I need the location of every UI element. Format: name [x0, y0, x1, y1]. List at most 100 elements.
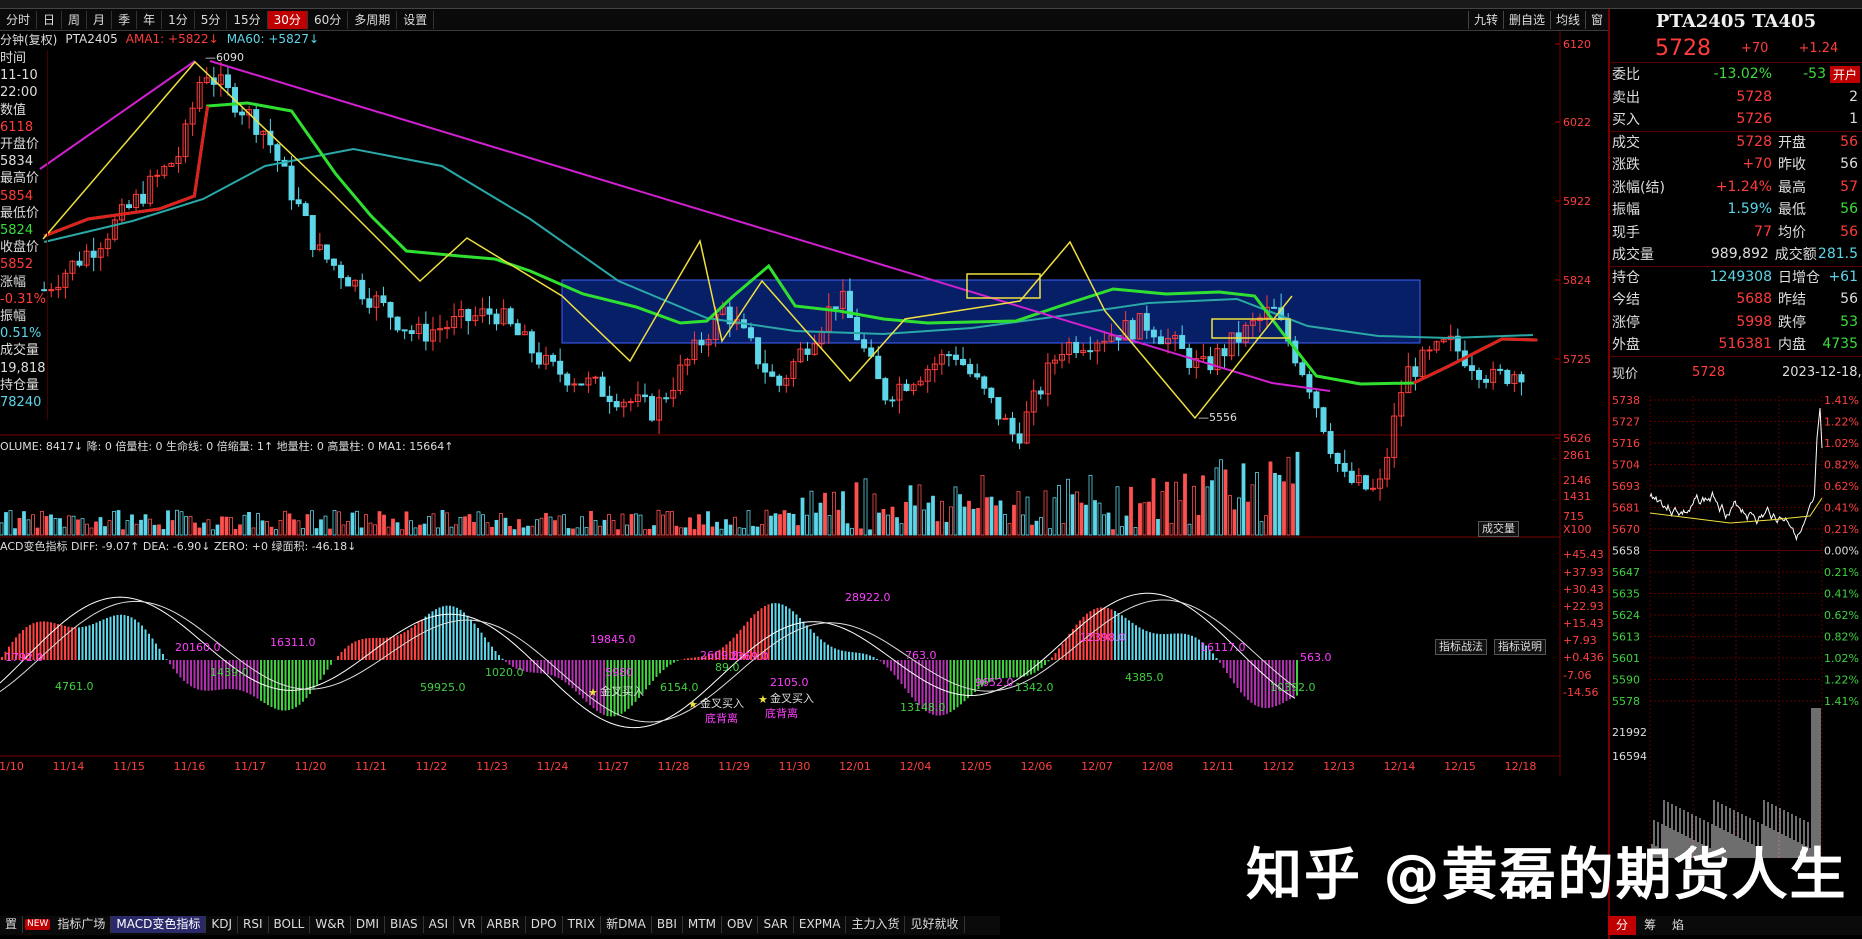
candle-body	[359, 279, 366, 300]
chart-area[interactable]: 6120 6022 5922 5824 5725 5626 —6090 —5556 OLUME:…	[0, 31, 1608, 916]
candle-body	[401, 329, 408, 332]
volume-bar	[967, 500, 971, 536]
volume-bar	[746, 510, 751, 536]
candle-body	[330, 258, 337, 266]
indicator-tab-5[interactable]: BOLL	[269, 916, 311, 933]
volume-bar	[724, 519, 728, 536]
quote-key: 卖出	[1612, 89, 1640, 106]
candle-body	[76, 260, 83, 266]
volume-bar	[1259, 521, 1264, 536]
candle-body	[889, 399, 896, 402]
volume-bar	[1003, 514, 1007, 536]
indicator-tab-2[interactable]: MACD变色指标	[111, 916, 207, 933]
quote-key: 持仓	[1612, 270, 1640, 287]
volume-bar	[530, 525, 535, 536]
timeframe-7[interactable]: 5分	[195, 10, 228, 29]
timeframe-10[interactable]: 60分	[308, 10, 349, 29]
indicator-tab-17[interactable]: OBV	[722, 916, 759, 933]
indicator-tab-10[interactable]: VR	[454, 916, 482, 933]
indicator-tab-4[interactable]: RSI	[238, 916, 269, 933]
volume-bar	[796, 525, 800, 536]
volume-bar	[1133, 527, 1138, 536]
volume-indicator-dropdown[interactable]: 成交量	[1478, 521, 1519, 537]
indicator-tab-0[interactable]: 置	[0, 916, 24, 933]
indicator-tab-19[interactable]: EXPMA	[794, 916, 847, 933]
timeframe-0[interactable]: 分时	[0, 10, 38, 29]
candle-body	[981, 376, 988, 389]
toolbar-btn-0[interactable]: 九转	[1467, 10, 1503, 29]
quote-value2: 56	[1840, 223, 1858, 240]
indicator-tab-6[interactable]: W&R	[310, 916, 351, 933]
indicator-tab-18[interactable]: SAR	[758, 916, 794, 933]
volume-bar	[1228, 495, 1232, 536]
indicator-tab-9[interactable]: ASI	[424, 916, 455, 933]
timeframe-6[interactable]: 1分	[162, 10, 195, 29]
quote-key: 外盘	[1612, 337, 1640, 354]
toolbar-btn-2[interactable]: 均线	[1549, 10, 1585, 29]
mini-tab-0[interactable]: 分	[1608, 916, 1637, 935]
volume-bar	[404, 511, 409, 536]
indicator-tab-1[interactable]: 指标广场	[52, 916, 112, 933]
mini-tab-1[interactable]: 筹	[1636, 916, 1664, 935]
volume-bar	[890, 506, 895, 536]
indicator-tab-3[interactable]: KDJ	[206, 916, 238, 933]
volume-bar	[760, 524, 764, 536]
volume-bar	[562, 514, 566, 536]
macd-value-label: 2369.0	[730, 650, 769, 663]
candle-body	[755, 337, 762, 365]
indicator-tactics-button[interactable]: 指标战法	[1435, 639, 1487, 655]
timeframe-3[interactable]: 月	[87, 10, 113, 29]
toolbar-btn-3[interactable]: 窗	[1584, 10, 1608, 29]
timeframe-11[interactable]: 多周期	[348, 10, 398, 29]
volume-bar	[395, 522, 400, 536]
open-account-button[interactable]: 开户	[1829, 65, 1860, 83]
timeframe-4[interactable]: 季	[112, 10, 138, 29]
quote-title: PTA2405 TA405	[1655, 11, 1817, 32]
quote-key2: 最高	[1778, 179, 1806, 196]
timeframe-5[interactable]: 年	[137, 10, 163, 29]
volume-bar	[1034, 520, 1039, 536]
volume-bar	[94, 521, 98, 536]
mini-axis-left: 5578	[1612, 695, 1640, 708]
indicator-tab-16[interactable]: MTM	[683, 916, 722, 933]
indicator-tab-13[interactable]: TRIX	[563, 916, 602, 933]
volume-bar	[1286, 456, 1291, 536]
date-label: 12/14	[1384, 760, 1416, 773]
timeframe-9[interactable]: 30分	[267, 10, 308, 29]
timeframe-12[interactable]: 设置	[397, 10, 435, 29]
mini-vol-label: 21992	[1612, 726, 1647, 739]
indicator-tab-12[interactable]: DPO	[526, 916, 563, 933]
timeframe-2[interactable]: 周	[62, 10, 88, 29]
intraday-mini-chart[interactable]: 5738 1.41% 5727 1.22% 5716 1.02% 5704 0.82% 5693…	[1610, 388, 1862, 888]
volume-bar	[386, 526, 391, 536]
last-price: 5728	[1655, 36, 1711, 61]
indicator-help-button[interactable]: 指标说明	[1494, 639, 1546, 655]
indicator-tab-21[interactable]: 见好就收	[905, 916, 965, 933]
quote-value: 5688	[1736, 291, 1772, 308]
mini-tab-2[interactable]: 焰	[1664, 916, 1692, 935]
mini-axis-right: 1.22%	[1824, 415, 1859, 428]
price-axis-label: 5725	[1563, 353, 1591, 366]
macd-value-label: 20160.0	[175, 641, 221, 654]
indicator-tab-8[interactable]: BIAS	[385, 916, 424, 933]
candle-body	[861, 339, 868, 349]
info-row: 开盘价	[0, 137, 40, 153]
volume-bar	[926, 502, 931, 536]
volume-bar	[238, 524, 242, 536]
indicator-tab-15[interactable]: BBI	[652, 916, 683, 933]
volume-bar	[1174, 481, 1178, 536]
volume-bar	[1142, 502, 1147, 536]
indicator-tab-11[interactable]: ARBR	[482, 916, 526, 933]
indicator-tab-20[interactable]: 主力入货	[846, 916, 906, 933]
now-price-row: 现价 5728 2023-12-18,	[1610, 355, 1862, 388]
toolbar-btn-1[interactable]: 删自选	[1502, 10, 1550, 29]
volume-bar	[832, 491, 836, 536]
volume-bar	[323, 515, 328, 536]
mini-axis-left: 5635	[1612, 587, 1640, 600]
quote-row: 今结 5688 昨结 56	[1610, 288, 1862, 311]
quote-value2: 56	[1840, 156, 1858, 173]
indicator-tab-7[interactable]: DMI	[351, 916, 386, 933]
timeframe-1[interactable]: 日	[37, 10, 63, 29]
indicator-tab-14[interactable]: 新DMA	[601, 916, 652, 933]
timeframe-8[interactable]: 15分	[227, 10, 268, 29]
